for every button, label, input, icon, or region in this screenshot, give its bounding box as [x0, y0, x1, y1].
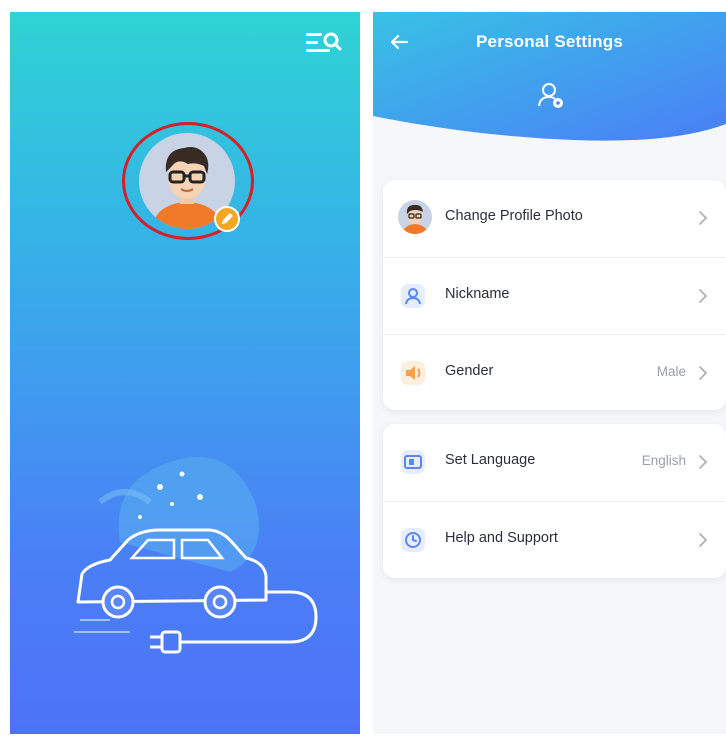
pencil-icon [214, 206, 240, 232]
gender-value: Male [656, 364, 686, 379]
help-icon [401, 528, 425, 552]
row-label: Help and Support [445, 530, 558, 546]
person-icon [401, 284, 425, 308]
row-label: Nickname [445, 286, 510, 302]
gender-row[interactable]: Gender Male [383, 334, 726, 410]
help-support-row[interactable]: Help and Support [383, 501, 726, 577]
settings-card-profile: Change Profile Photo Nickname Gender Mal… [383, 180, 726, 410]
profile-avatar-button[interactable] [138, 132, 240, 232]
chevron-right-icon [699, 366, 708, 380]
page-title: Personal Settings [476, 32, 623, 51]
chevron-right-icon [699, 211, 708, 225]
change-profile-photo-row[interactable]: Change Profile Photo [383, 180, 726, 256]
set-language-row[interactable]: Set Language English [383, 424, 726, 500]
personal-settings-screen: Personal Settings Change Profile Photo N… [373, 12, 726, 734]
chevron-right-icon [699, 289, 708, 303]
menu-search-button[interactable] [304, 28, 342, 58]
language-icon [401, 450, 425, 474]
row-label: Change Profile Photo [445, 208, 583, 224]
gender-icon [401, 361, 425, 385]
row-label: Set Language [445, 452, 536, 468]
chevron-right-icon [699, 455, 708, 469]
avatar [398, 200, 432, 234]
language-value: English [641, 453, 686, 468]
nickname-row[interactable]: Nickname [383, 257, 726, 333]
chevron-right-icon [699, 533, 708, 547]
user-settings-icon [538, 83, 563, 108]
electric-car-charging-illustration [70, 442, 320, 662]
home-screen [10, 12, 360, 734]
menu-search-icon [306, 32, 342, 52]
row-label: Gender [445, 363, 494, 379]
settings-card-general: Set Language English Help and Support [383, 424, 726, 578]
